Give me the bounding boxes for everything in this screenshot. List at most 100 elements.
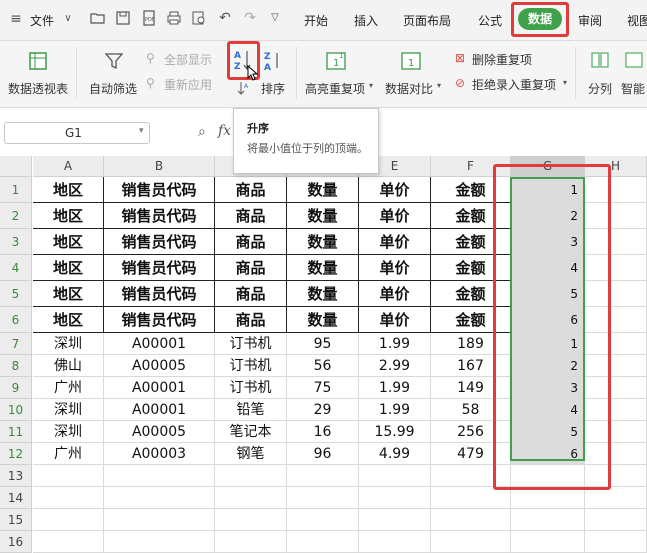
- tab-review[interactable]: 审阅: [578, 12, 602, 29]
- more-dropdown-icon[interactable]: ▽: [267, 10, 283, 26]
- empty-cell[interactable]: [104, 465, 215, 487]
- empty-cell[interactable]: [215, 509, 287, 531]
- column-header-a[interactable]: A: [33, 156, 104, 177]
- cell-quantity[interactable]: 96: [287, 443, 359, 465]
- cell-region[interactable]: 地区: [33, 281, 104, 307]
- pivot-table-icon[interactable]: [28, 51, 48, 74]
- row-header-5[interactable]: 5: [0, 281, 32, 307]
- chevron-down-icon[interactable]: ▾: [139, 126, 144, 136]
- cell-salesperson-code[interactable]: 销售员代码: [104, 281, 215, 307]
- print-preview-icon[interactable]: [191, 10, 207, 26]
- cell-unit-price[interactable]: 1.99: [359, 333, 431, 355]
- row-header-8[interactable]: 8: [0, 355, 32, 377]
- cell-region[interactable]: 地区: [33, 229, 104, 255]
- redo-icon[interactable]: ↷: [242, 10, 258, 26]
- select-all-corner[interactable]: [0, 156, 32, 177]
- pdf-icon[interactable]: PDF: [141, 10, 157, 26]
- cell-quantity[interactable]: 数量: [287, 177, 359, 203]
- cell-unit-price[interactable]: 2.99: [359, 355, 431, 377]
- cell-unit-price[interactable]: 单价: [359, 229, 431, 255]
- empty-cell[interactable]: [287, 465, 359, 487]
- empty-cell[interactable]: [431, 487, 511, 509]
- split-columns-button[interactable]: 分列: [588, 80, 612, 97]
- empty-cell[interactable]: [359, 465, 431, 487]
- undo-icon[interactable]: ↶: [217, 10, 233, 26]
- cell-product[interactable]: 商品: [215, 255, 287, 281]
- cell-quantity[interactable]: 数量: [287, 255, 359, 281]
- empty-cell[interactable]: [585, 531, 647, 553]
- cell-salesperson-code[interactable]: 销售员代码: [104, 203, 215, 229]
- hamburger-menu-icon[interactable]: ≡: [8, 11, 24, 27]
- cell-product[interactable]: 铅笔: [215, 399, 287, 421]
- row-header-11[interactable]: 11: [0, 421, 32, 443]
- cell-unit-price[interactable]: 单价: [359, 281, 431, 307]
- cell-quantity[interactable]: 29: [287, 399, 359, 421]
- reapply-button[interactable]: 重新应用: [164, 76, 212, 93]
- data-compare-button[interactable]: 数据对比: [385, 80, 433, 97]
- row-header-2[interactable]: 2: [0, 203, 32, 229]
- cell-quantity[interactable]: 56: [287, 355, 359, 377]
- cell-product[interactable]: 商品: [215, 307, 287, 333]
- name-box[interactable]: G1 ▾: [4, 122, 150, 144]
- empty-cell[interactable]: [287, 531, 359, 553]
- print-icon[interactable]: [166, 10, 182, 26]
- empty-cell[interactable]: [511, 487, 585, 509]
- row-header-14[interactable]: 14: [0, 487, 32, 509]
- row-header-10[interactable]: 10: [0, 399, 32, 421]
- chevron-down-icon[interactable]: ▾: [563, 78, 567, 87]
- row-header-1[interactable]: 1: [0, 177, 32, 203]
- folder-open-icon[interactable]: [90, 10, 106, 26]
- function-fx-icon[interactable]: fx: [218, 123, 231, 139]
- empty-cell[interactable]: [104, 531, 215, 553]
- cell-quantity[interactable]: 数量: [287, 307, 359, 333]
- cell-product[interactable]: 商品: [215, 229, 287, 255]
- empty-cell[interactable]: [287, 487, 359, 509]
- empty-cell[interactable]: [431, 531, 511, 553]
- cell-region[interactable]: 深圳: [33, 421, 104, 443]
- split-columns-icon[interactable]: [590, 50, 610, 73]
- cell-unit-price[interactable]: 单价: [359, 255, 431, 281]
- cell-quantity[interactable]: 95: [287, 333, 359, 355]
- row-header-9[interactable]: 9: [0, 377, 32, 399]
- cell-salesperson-code[interactable]: A00001: [104, 377, 215, 399]
- sort-descending-icon[interactable]: ZA: [262, 50, 282, 75]
- column-header-b[interactable]: B: [104, 156, 215, 177]
- row-header-6[interactable]: 6: [0, 307, 32, 333]
- tab-view[interactable]: 视图: [627, 12, 647, 29]
- cell-product[interactable]: 订书机: [215, 333, 287, 355]
- chevron-down-icon[interactable]: ∨: [60, 11, 76, 27]
- empty-cell[interactable]: [431, 509, 511, 531]
- cell-unit-price[interactable]: 单价: [359, 177, 431, 203]
- row-header-4[interactable]: 4: [0, 255, 32, 281]
- cell-region[interactable]: 地区: [33, 203, 104, 229]
- cell-salesperson-code[interactable]: 销售员代码: [104, 307, 215, 333]
- tab-insert[interactable]: 插入: [354, 12, 378, 29]
- cell-product[interactable]: 订书机: [215, 355, 287, 377]
- empty-cell[interactable]: [511, 509, 585, 531]
- row-header-3[interactable]: 3: [0, 229, 32, 255]
- empty-cell[interactable]: [215, 531, 287, 553]
- cell-unit-price[interactable]: 单价: [359, 203, 431, 229]
- sort-button[interactable]: 排序: [261, 80, 285, 97]
- empty-cell[interactable]: [33, 509, 104, 531]
- cell-region[interactable]: 地区: [33, 307, 104, 333]
- tab-home[interactable]: 开始: [304, 12, 328, 29]
- cell-salesperson-code[interactable]: A00003: [104, 443, 215, 465]
- cell-region[interactable]: 广州: [33, 443, 104, 465]
- cell-unit-price[interactable]: 单价: [359, 307, 431, 333]
- cell-unit-price[interactable]: 1.99: [359, 399, 431, 421]
- cell-salesperson-code[interactable]: A00001: [104, 399, 215, 421]
- cell-salesperson-code[interactable]: A00005: [104, 421, 215, 443]
- smart-tool-button[interactable]: 智能: [621, 80, 645, 97]
- cell-unit-price[interactable]: 15.99: [359, 421, 431, 443]
- cell-salesperson-code[interactable]: A00005: [104, 355, 215, 377]
- cell-unit-price[interactable]: 1.99: [359, 377, 431, 399]
- empty-cell[interactable]: [359, 509, 431, 531]
- empty-cell[interactable]: [33, 531, 104, 553]
- empty-cell[interactable]: [359, 531, 431, 553]
- empty-cell[interactable]: [359, 487, 431, 509]
- cell-region[interactable]: 深圳: [33, 399, 104, 421]
- cell-quantity[interactable]: 数量: [287, 281, 359, 307]
- row-header-16[interactable]: 16: [0, 531, 32, 553]
- empty-cell[interactable]: [33, 487, 104, 509]
